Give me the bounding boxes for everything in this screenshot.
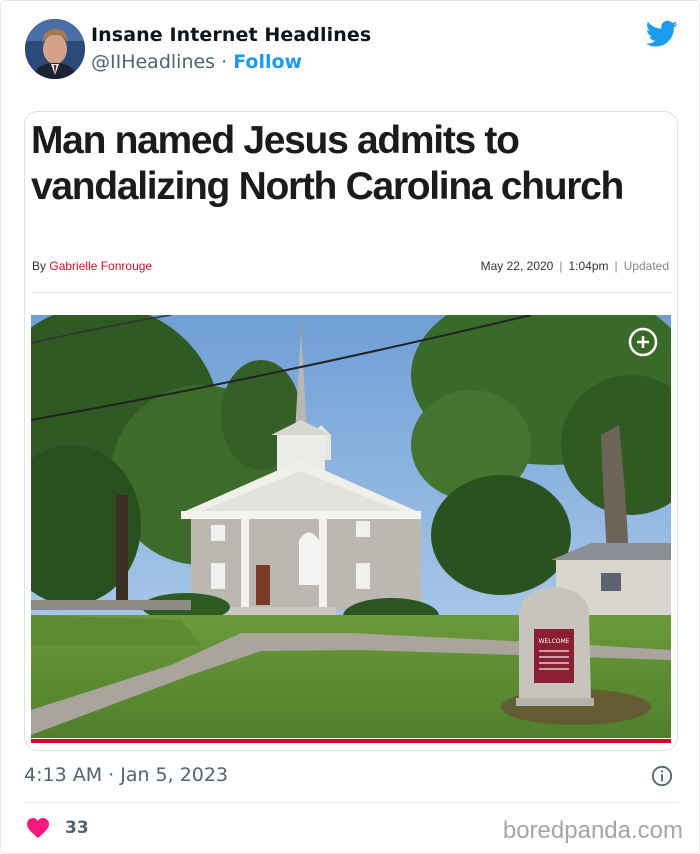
heart-icon — [27, 818, 49, 838]
byline-prefix: By — [32, 259, 47, 273]
article-time: 1:04pm — [568, 259, 609, 273]
article-date: May 22, 2020 — [480, 259, 554, 273]
tweet-timestamp[interactable]: 4:13 AM · Jan 5, 2023 — [24, 764, 228, 786]
info-icon[interactable] — [651, 765, 673, 787]
twitter-bird-icon[interactable] — [646, 19, 678, 49]
like-count: 33 — [65, 818, 89, 838]
church-photo[interactable]: WELCOME — [31, 315, 671, 738]
boredpanda-watermark: boredpanda.com — [502, 817, 683, 844]
author-handle[interactable]: @IIHeadlines — [91, 51, 215, 73]
article-dateline: May 22, 2020 | 1:04pm | Updated — [481, 259, 669, 273]
tweet-card: Insane Internet Headlines @IIHeadlines ·… — [0, 0, 700, 854]
dateline-separator: | — [614, 259, 618, 273]
avatar[interactable] — [25, 19, 85, 79]
article-preview-card[interactable]: Man named Jesus admits to vandalizing No… — [24, 111, 678, 751]
dateline-separator: | — [559, 259, 563, 273]
avatar-portrait — [25, 19, 85, 79]
handle-separator: · — [221, 51, 228, 73]
article-headline: Man named Jesus admits to vandalizing No… — [31, 119, 624, 208]
byline-author-link[interactable]: Gabrielle Fonrouge — [49, 259, 152, 273]
sign-welcome-text: WELCOME — [539, 638, 570, 645]
church-photo-illustration: WELCOME — [31, 315, 671, 738]
article-red-rule — [31, 739, 671, 743]
article-updated-label: Updated — [623, 259, 669, 273]
follow-button[interactable]: Follow — [233, 51, 302, 73]
article-divider — [31, 292, 671, 293]
plus-circle-icon[interactable] — [628, 327, 658, 357]
author-handle-row: @IIHeadlines · Follow — [91, 51, 302, 73]
author-name[interactable]: Insane Internet Headlines — [91, 24, 371, 46]
footer-divider — [24, 802, 678, 803]
